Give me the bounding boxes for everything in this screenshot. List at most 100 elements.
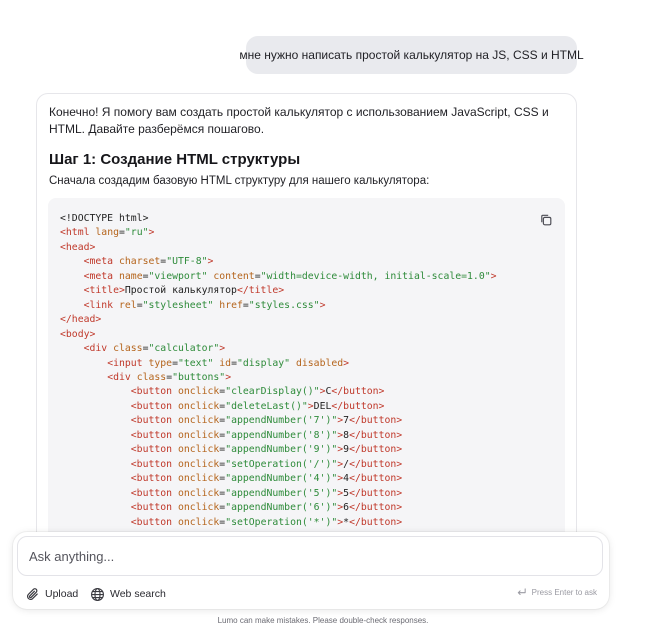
- code-text-token: DEL: [313, 400, 332, 412]
- code-tag-token: <div: [83, 343, 108, 355]
- code-tag-token: >: [490, 270, 497, 282]
- code-line: <button onclick="setOperation('/')">/</b…: [60, 459, 402, 470]
- code-line: <button onclick="deleteLast()">DEL</butt…: [60, 400, 385, 412]
- code-attribute-token: disabled: [295, 357, 344, 369]
- code-tag-token: <button: [130, 400, 173, 412]
- code-attribute-token: id: [219, 357, 232, 369]
- code-line: <button onclick="appendNumber('7')">7</b…: [60, 415, 402, 426]
- code-attribute-token: onclick: [177, 429, 220, 441]
- code-tag-token: >: [319, 299, 326, 311]
- code-line: <title>Простой калькулятор</title>: [60, 285, 285, 297]
- code-line: <html lang="ru">: [60, 227, 154, 238]
- code-string-token: "styles.css": [248, 299, 320, 311]
- code-tag-token: <div: [107, 371, 131, 383]
- code-tag-token: </button>: [349, 502, 403, 514]
- code-line: <button onclick="setOperation('*')">*</b…: [60, 517, 402, 528]
- code-string-token: "viewport": [148, 270, 208, 282]
- enter-hint-text: Press Enter to ask: [531, 588, 597, 597]
- code-text-token: Простой калькулятор: [124, 285, 237, 297]
- web-search-button[interactable]: Web search: [90, 584, 166, 604]
- code-attribute-token: lang: [95, 227, 119, 239]
- upload-label: Upload: [45, 588, 79, 600]
- code-string-token: "setOperation('*')": [225, 516, 338, 528]
- code-tag-token: >: [148, 227, 155, 239]
- code-attribute-token: onclick: [177, 400, 220, 412]
- code-attribute-token: name: [119, 270, 143, 282]
- code-tag-token: <button: [130, 444, 173, 456]
- code-string-token: "calculator": [148, 343, 220, 355]
- code-tag-token: </button>: [331, 386, 385, 398]
- code-line: <!DOCTYPE html>: [60, 213, 148, 224]
- code-tag-token: <button: [130, 487, 173, 499]
- code-tag-token: <input: [107, 357, 143, 369]
- code-attribute-token: onclick: [177, 444, 220, 456]
- code-string-token: "clearDisplay()": [225, 386, 320, 398]
- copy-icon[interactable]: [539, 213, 553, 227]
- code-attribute-token: onclick: [177, 386, 220, 398]
- upload-button[interactable]: Upload: [25, 584, 78, 604]
- code-tag-token: <button: [130, 415, 173, 427]
- composer: Upload Web search Press Enter to ask: [13, 532, 609, 609]
- code-tag-token: </button>: [349, 487, 403, 499]
- code-tag-token: <meta: [83, 256, 114, 268]
- code-string-token: "text": [177, 357, 214, 369]
- code-tag-token: >: [343, 357, 350, 369]
- user-message-text: мне нужно написать простой калькулятор н…: [239, 48, 584, 62]
- code-line: <body>: [60, 329, 95, 340]
- code-tag-token: <body>: [60, 328, 96, 340]
- code-string-token: "appendNumber('7')": [225, 415, 338, 427]
- code-block: <!DOCTYPE html> <html lang="ru"> <head> …: [48, 198, 565, 562]
- code-attribute-token: class: [136, 371, 167, 383]
- code-string-token: "appendNumber('6')": [225, 502, 338, 514]
- code-tag-token: <button: [130, 502, 173, 514]
- code-tag-token: <button: [130, 429, 173, 441]
- code-attribute-token: href: [219, 299, 243, 311]
- code-attribute-token: content: [213, 270, 255, 282]
- code-tag-token: </button>: [349, 458, 403, 470]
- code-line: <button onclick="clearDisplay()">C</butt…: [60, 386, 385, 398]
- code-line: <link rel="stylesheet" href="styles.css"…: [60, 299, 326, 311]
- code-tag-token: <button: [130, 458, 173, 470]
- code-attribute-token: onclick: [177, 502, 220, 514]
- code-tag-token: </button>: [349, 516, 403, 528]
- code-string-token: "UTF-8": [166, 256, 208, 268]
- code-line: <meta name="viewport" content="width=dev…: [60, 271, 497, 282]
- code-attribute-token: class: [113, 343, 143, 355]
- code-tag-token: <meta: [83, 270, 114, 282]
- globe-icon: [91, 587, 104, 601]
- code-attribute-token: charset: [119, 256, 161, 268]
- code-tag-token: </button>: [331, 400, 385, 412]
- code-line: </head>: [60, 314, 101, 325]
- answer-intro: Конечно! Я помогу вам создать простой ка…: [49, 105, 549, 136]
- assistant-answer-card: Конечно! Я помогу вам создать простой ка…: [36, 93, 577, 563]
- disclaimer: Lumo can make mistakes. Please double-ch…: [217, 616, 429, 625]
- code-tag-token: <title>: [83, 285, 125, 297]
- code-tag-token: </button>: [349, 429, 403, 441]
- code-string-token: "buttons": [172, 371, 226, 383]
- code-tag-token: >: [207, 256, 214, 268]
- code-string-token: "appendNumber('8')": [225, 429, 338, 441]
- code-text-token: <!DOCTYPE html>: [60, 213, 149, 224]
- code-attribute-token: onclick: [177, 487, 220, 499]
- code-string-token: "stylesheet": [142, 299, 214, 311]
- code-tag-token: </button>: [349, 415, 403, 427]
- code-tag-token: >: [219, 343, 226, 355]
- ask-input[interactable]: [17, 536, 603, 576]
- code-tag-token: </button>: [349, 444, 403, 456]
- code-string-token: "width=device-width, initial-scale=1.0": [260, 270, 491, 282]
- user-message-bubble: мне нужно написать простой калькулятор н…: [239, 36, 584, 74]
